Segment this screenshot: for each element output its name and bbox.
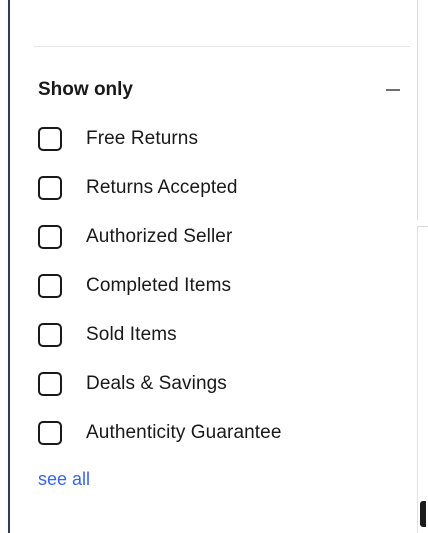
filter-option-authorized-seller[interactable]: Authorized Seller bbox=[38, 212, 400, 261]
see-all-link[interactable]: see all bbox=[38, 469, 90, 490]
filter-option-completed-items[interactable]: Completed Items bbox=[38, 261, 400, 310]
filter-option-label: Authorized Seller bbox=[86, 225, 233, 247]
filter-option-label: Free Returns bbox=[86, 127, 199, 149]
panel-header: Show only bbox=[38, 75, 400, 105]
filter-option-authenticity-guarantee[interactable]: Authenticity Guarantee bbox=[38, 408, 400, 457]
filter-option-label: Sold Items bbox=[86, 323, 177, 345]
filter-option-returns-accepted[interactable]: Returns Accepted bbox=[38, 163, 400, 212]
filter-options-list: Free Returns Returns Accepted Authorized… bbox=[38, 114, 400, 457]
content-edge-divider bbox=[417, 226, 428, 227]
filter-option-free-returns[interactable]: Free Returns bbox=[38, 114, 400, 163]
filter-option-deals-savings[interactable]: Deals & Savings bbox=[38, 359, 400, 408]
content-edge-line bbox=[417, 227, 418, 533]
filter-option-label: Returns Accepted bbox=[86, 176, 238, 198]
sidebar-left-border bbox=[8, 0, 10, 533]
checkbox[interactable] bbox=[38, 322, 62, 347]
panel-title: Show only bbox=[38, 79, 133, 100]
show-only-filter-panel: Show only Free Returns Returns Accepted … bbox=[38, 75, 400, 490]
adjacent-content-edge bbox=[414, 0, 428, 533]
checkbox[interactable] bbox=[38, 420, 62, 445]
checkbox[interactable] bbox=[38, 273, 62, 298]
content-edge-line bbox=[417, 0, 418, 220]
filter-sidebar-viewport: Show only Free Returns Returns Accepted … bbox=[0, 0, 428, 533]
checkbox[interactable] bbox=[38, 126, 62, 151]
section-divider bbox=[34, 46, 410, 47]
checkbox[interactable] bbox=[38, 371, 62, 396]
filter-option-sold-items[interactable]: Sold Items bbox=[38, 310, 400, 359]
checkbox[interactable] bbox=[38, 175, 62, 200]
minus-icon bbox=[386, 89, 400, 91]
filter-option-label: Authenticity Guarantee bbox=[86, 421, 282, 443]
checkbox[interactable] bbox=[38, 224, 62, 249]
filter-option-label: Completed Items bbox=[86, 274, 232, 296]
filter-option-label: Deals & Savings bbox=[86, 372, 227, 394]
collapse-button[interactable] bbox=[384, 81, 402, 99]
partial-element bbox=[420, 501, 426, 527]
